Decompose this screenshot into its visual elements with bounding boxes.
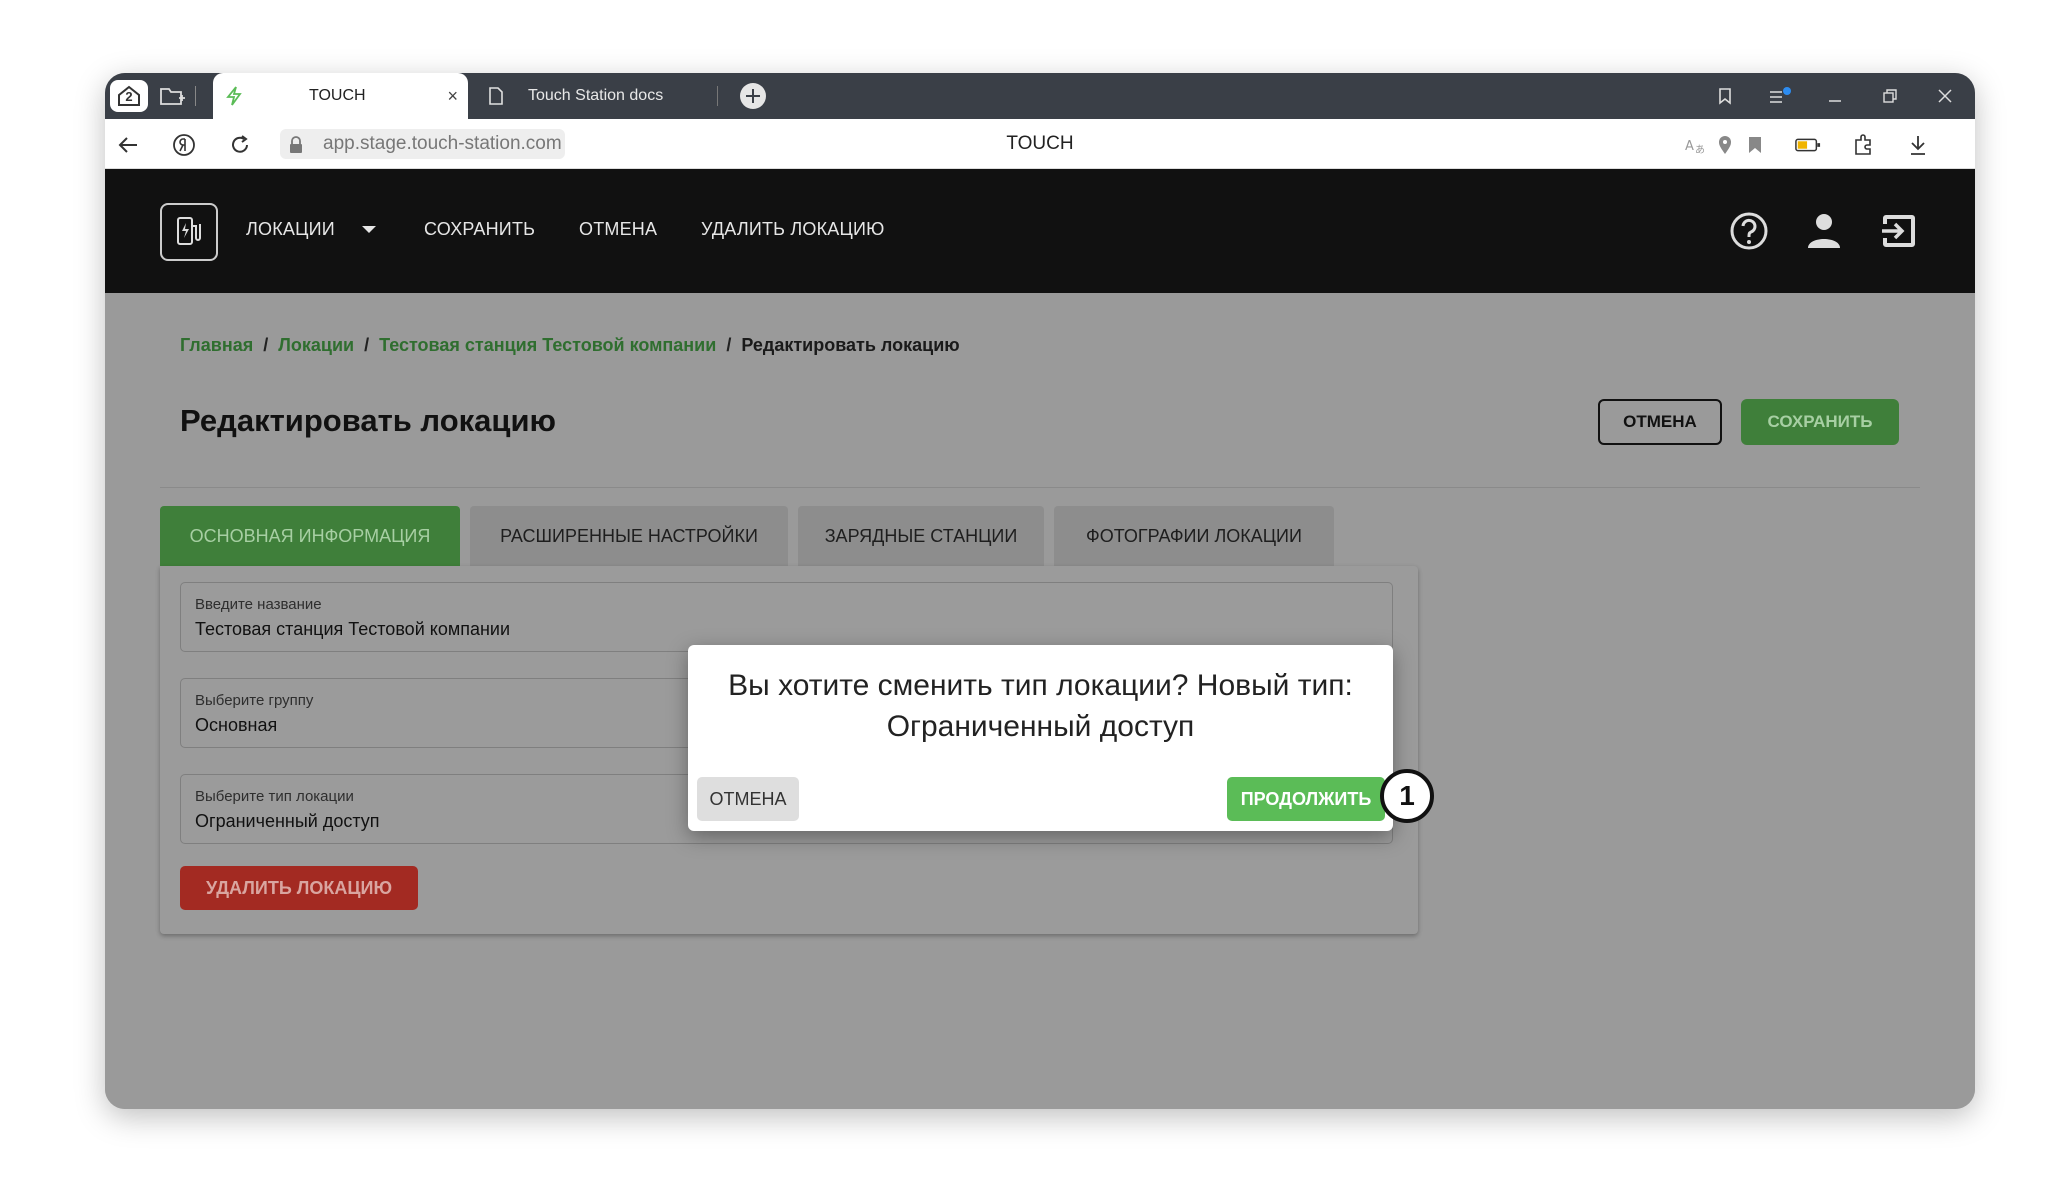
bookmarks-icon[interactable] [1705, 80, 1745, 112]
location-type-label: Выберите тип локации [195, 788, 354, 805]
nav-save[interactable]: СОХРАНИТЬ [424, 219, 535, 240]
breadcrumb-locations[interactable]: Локации [278, 335, 354, 355]
svg-text:あ: あ [1695, 144, 1705, 155]
browser-window: 2 TOUCH × Touch Station docs app.stage.t… [105, 73, 1975, 1109]
name-field-value: Тестовая станция Тестовой компании [195, 619, 511, 639]
group-select-value: Основная [195, 715, 278, 735]
bookmark-icon[interactable] [1742, 132, 1768, 158]
delete-location-button[interactable]: УДАЛИТЬ ЛОКАЦИЮ [180, 866, 418, 910]
dialog-message: Вы хотите сменить тип локации? Новый тип… [728, 669, 1353, 743]
tab-separator [195, 86, 196, 106]
page: ЛОКАЦИИ СОХРАНИТЬ ОТМЕНА УДАЛИТЬ ЛОКАЦИЮ… [105, 169, 1975, 1109]
restore-icon[interactable] [1870, 80, 1910, 112]
tab-location-photos[interactable]: ФОТОГРАФИИ ЛОКАЦИИ [1054, 506, 1334, 566]
nav-cancel[interactable]: ОТМЕНА [579, 219, 657, 240]
breadcrumb-station[interactable]: Тестовая станция Тестовой компании [379, 335, 716, 355]
close-window-icon[interactable] [1925, 80, 1965, 112]
cancel-button[interactable]: ОТМЕНА [1598, 399, 1722, 445]
menu-icon[interactable] [1760, 80, 1800, 112]
plus-icon [740, 83, 766, 109]
user-icon[interactable] [1802, 209, 1846, 253]
step-marker: 1 [1380, 769, 1434, 823]
dialog-cancel-button[interactable]: ОТМЕНА [697, 777, 799, 821]
translate-icon[interactable]: Aあ [1682, 132, 1708, 158]
document-icon [489, 87, 503, 105]
svg-text:A: A [1685, 139, 1694, 154]
breadcrumb: Главная / Локации / Тестовая станция Тестово… [180, 335, 960, 356]
tab-title: Touch Station docs [528, 87, 664, 104]
chevron-down-icon[interactable] [362, 226, 376, 233]
breadcrumb-current: Редактировать локацию [741, 335, 960, 355]
group-select-label: Выберите группу [195, 692, 314, 709]
tab-advanced-settings[interactable]: РАСШИРЕННЫЕ НАСТРОЙКИ [470, 506, 788, 566]
home-icon[interactable]: 2 [110, 80, 148, 112]
battery-icon[interactable] [1795, 132, 1821, 158]
save-button[interactable]: СОХРАНИТЬ [1741, 399, 1899, 445]
download-icon[interactable] [1905, 132, 1931, 158]
name-field[interactable]: Введите название Тестовая станция Тестов… [180, 582, 1393, 652]
breadcrumb-separator: / [364, 335, 370, 355]
nav-delete-location[interactable]: УДАЛИТЬ ЛОКАЦИЮ [701, 219, 885, 240]
tab-charging-stations[interactable]: ЗАРЯДНЫЕ СТАНЦИИ [798, 506, 1044, 566]
tab-title: TOUCH [309, 87, 366, 104]
nav-locations[interactable]: ЛОКАЦИИ [246, 219, 335, 240]
tab-touch[interactable]: TOUCH × [213, 73, 468, 119]
tab-basic-info[interactable]: ОСНОВНАЯ ИНФОРМАЦИЯ [160, 506, 460, 566]
confirm-dialog: Вы хотите сменить тип локации? Новый тип… [688, 645, 1393, 831]
dialog-continue-button[interactable]: ПРОДОЛЖИТЬ [1227, 777, 1385, 821]
address-bar: app.stage.touch-station.com TOUCH Aあ [105, 119, 1975, 169]
breadcrumb-home[interactable]: Главная [180, 335, 253, 355]
location-pin-icon[interactable] [1712, 132, 1738, 158]
breadcrumb-separator: / [726, 335, 732, 355]
app-logo-icon[interactable] [160, 203, 218, 261]
location-type-value: Ограниченный доступ [195, 811, 380, 831]
close-icon[interactable]: × [447, 86, 458, 107]
app-header: ЛОКАЦИИ СОХРАНИТЬ ОТМЕНА УДАЛИТЬ ЛОКАЦИЮ [105, 169, 1975, 293]
new-tab-button[interactable] [737, 80, 769, 112]
bolt-icon [226, 86, 242, 106]
home-badge: 2 [125, 89, 133, 104]
tab-docs[interactable]: Touch Station docs [473, 73, 718, 119]
page-title: Редактировать локацию [180, 403, 556, 438]
tab-divider [717, 86, 718, 106]
folder-add-icon[interactable] [153, 80, 191, 112]
help-icon[interactable] [1727, 209, 1771, 253]
breadcrumb-separator: / [263, 335, 269, 355]
divider [160, 487, 1920, 488]
name-field-label: Введите название [195, 596, 322, 613]
minimize-icon[interactable] [1815, 80, 1855, 112]
extensions-icon[interactable] [1850, 132, 1876, 158]
browser-tabstrip: 2 TOUCH × Touch Station docs [105, 73, 1975, 119]
logout-icon[interactable] [1877, 209, 1921, 253]
